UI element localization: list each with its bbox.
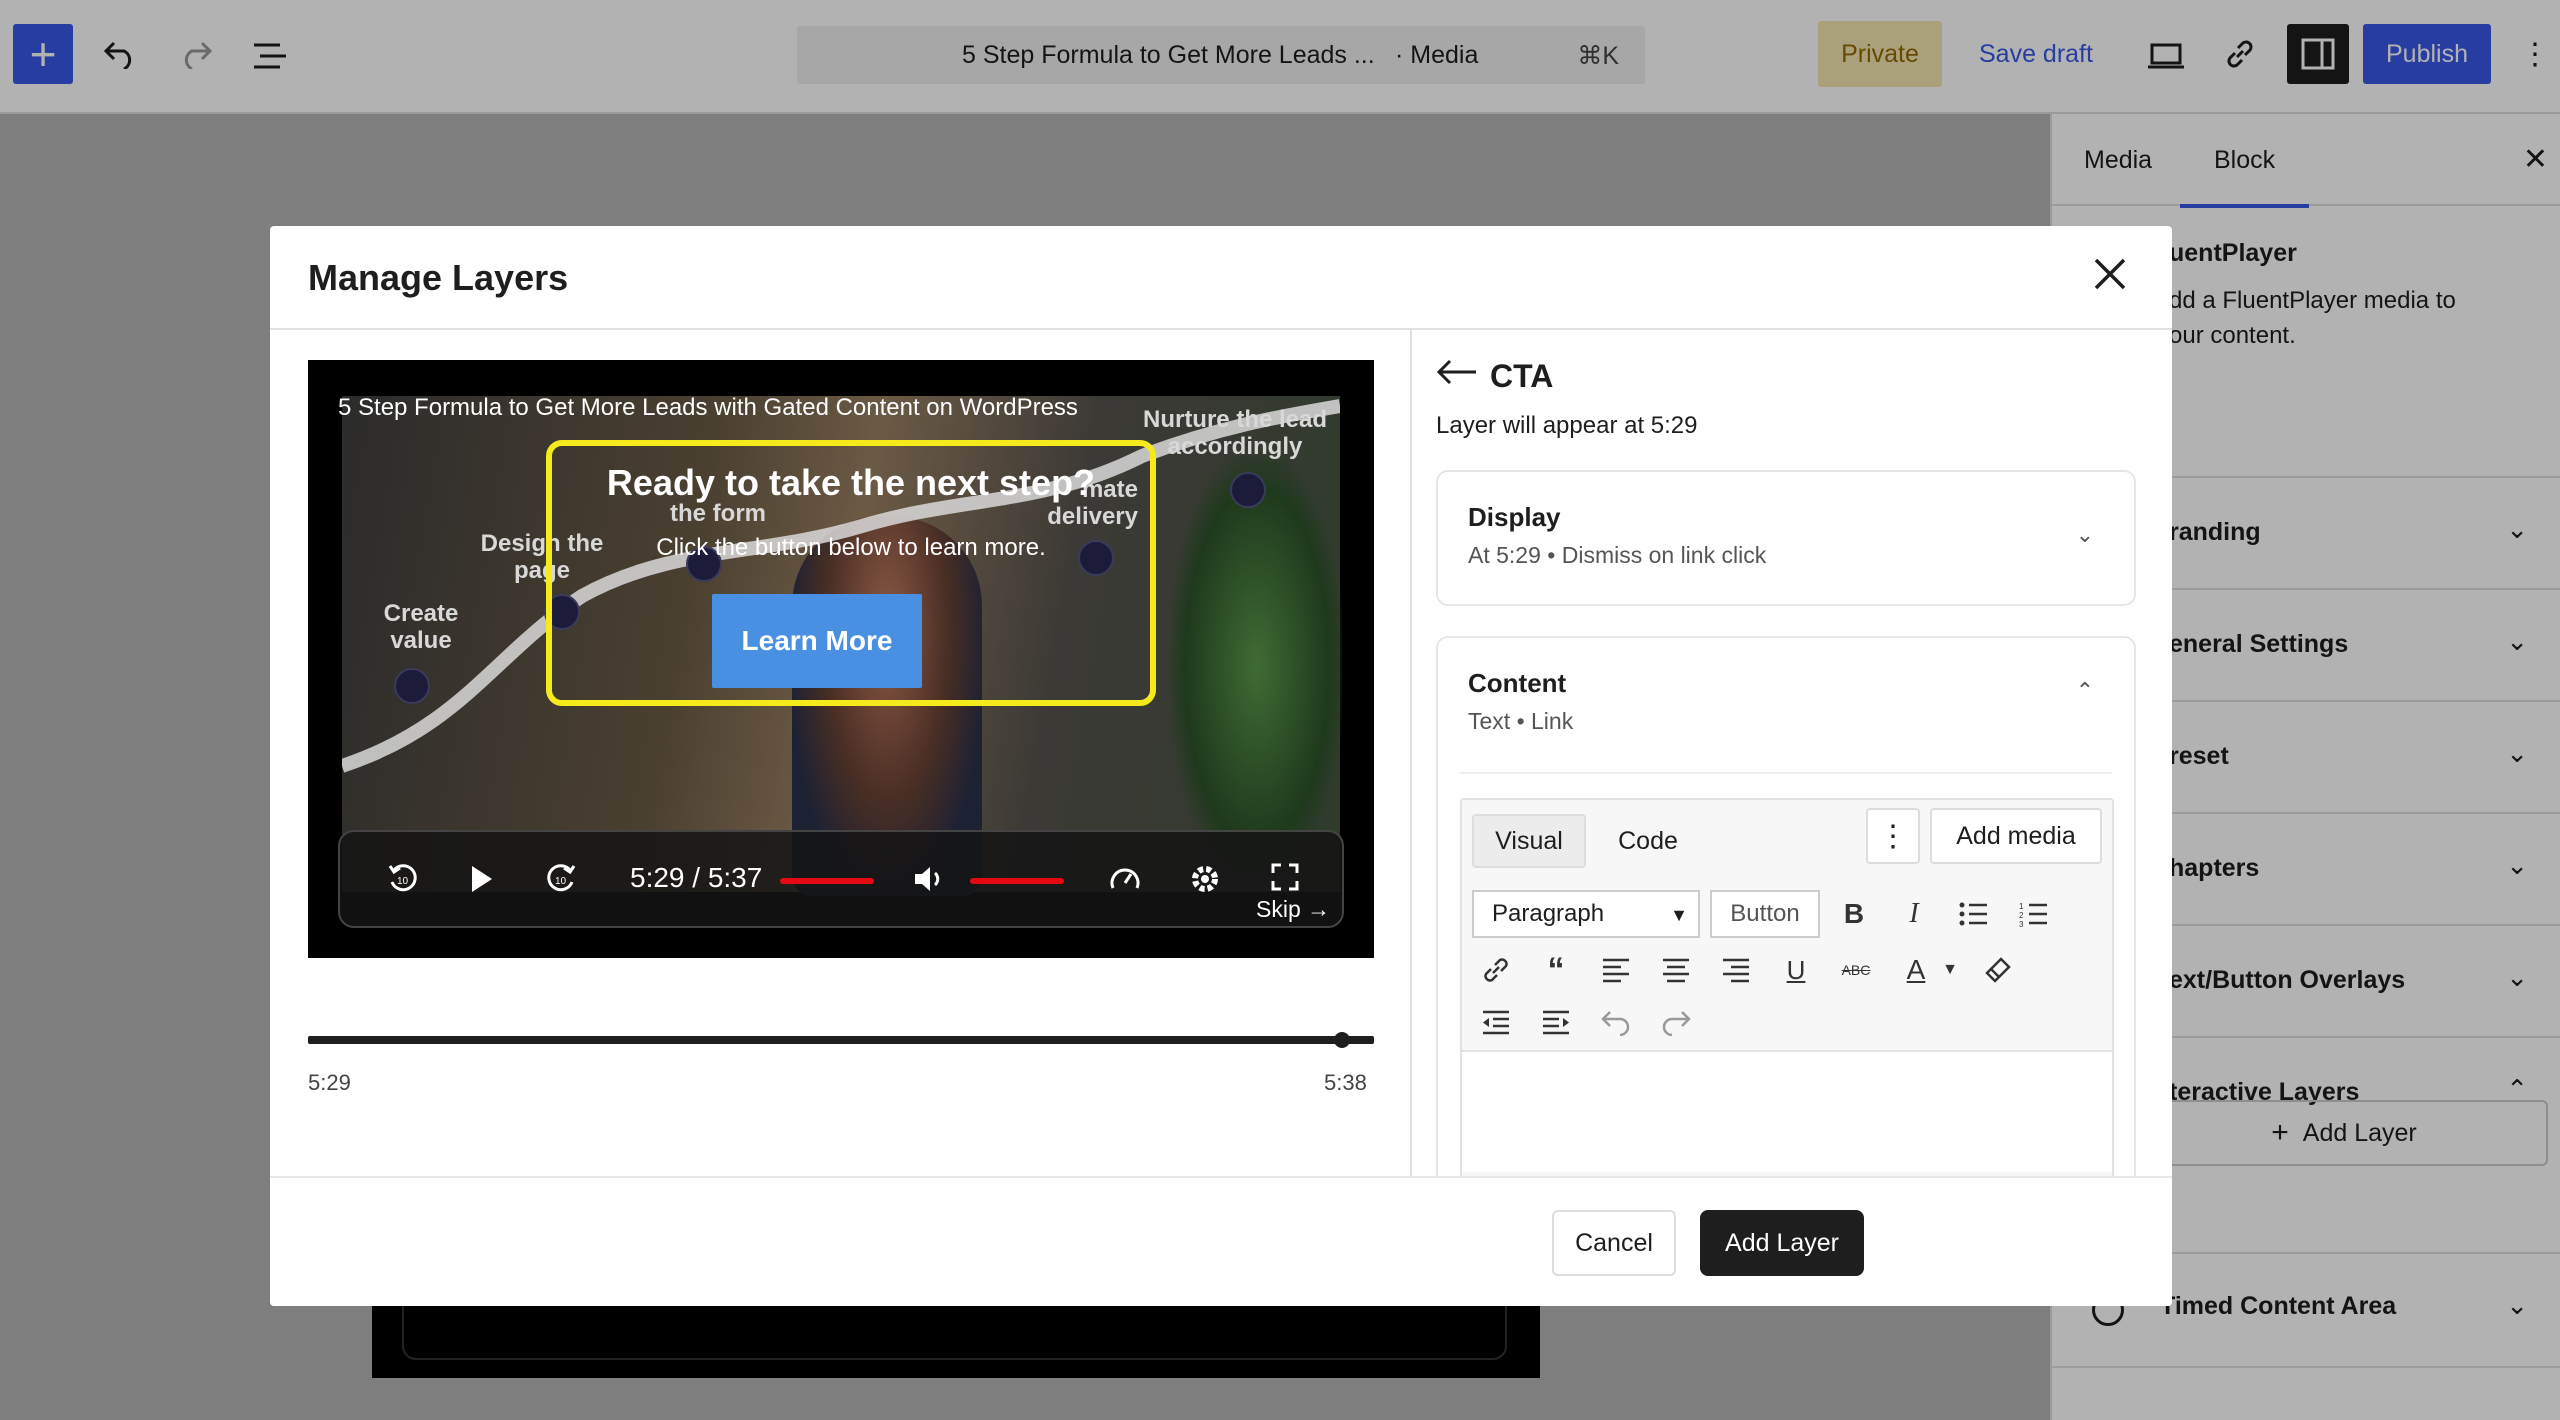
skip-button[interactable]: Skip → <box>1256 896 1330 923</box>
layer-timeline[interactable] <box>308 1032 1374 1048</box>
rewind-10-icon[interactable]: 10 <box>386 862 420 896</box>
progress-bar[interactable] <box>780 878 874 884</box>
player-controls: 10 10 5:29 / 5:37 <box>338 830 1344 928</box>
svg-text:1: 1 <box>2019 902 2024 911</box>
tab-visual[interactable]: Visual <box>1472 814 1586 868</box>
format-select[interactable]: Paragraph ▼ <box>1472 890 1700 938</box>
indent-icon[interactable] <box>1536 1002 1576 1042</box>
bold-icon[interactable]: B <box>1834 894 1874 934</box>
manage-layers-modal: Manage Layers 5 Step Formula to Get More… <box>270 226 2172 1306</box>
svg-text:10: 10 <box>397 876 409 887</box>
content-heading: Content <box>1468 668 1567 698</box>
modal-footer <box>270 1176 2172 1306</box>
speed-icon[interactable] <box>1108 862 1142 896</box>
text-color-dropdown-icon[interactable]: ▼ <box>1938 950 1962 990</box>
align-right-icon[interactable] <box>1716 950 1756 990</box>
timeline-handle[interactable] <box>1334 1032 1351 1048</box>
layer-title: CTA <box>1490 358 1554 394</box>
timeline-dot <box>394 668 430 704</box>
label-nurture: Nurture the lead accordingly <box>1142 406 1328 460</box>
video-player[interactable]: 5 Step Formula to Get More Leads with Ga… <box>308 360 1374 958</box>
cancel-button[interactable]: Cancel <box>1552 1210 1676 1276</box>
svg-text:3: 3 <box>2019 920 2024 927</box>
modal-body: 5 Step Formula to Get More Leads with Ga… <box>270 330 2172 1176</box>
blockquote-icon[interactable]: “ <box>1536 950 1576 990</box>
display-section[interactable]: Display At 5:29 • Dismiss on link click … <box>1436 470 2136 606</box>
video-title: 5 Step Formula to Get More Leads with Ga… <box>338 394 1078 421</box>
layer-appear-time: Layer will appear at 5:29 <box>1436 412 1698 439</box>
content-summary: Text • Link <box>1468 708 1574 734</box>
chevron-up-icon[interactable]: ⌃ <box>2076 678 2094 704</box>
arrow-left-icon <box>1436 359 1476 385</box>
editor-tabs: Visual Code ⋮ Add media <box>1462 800 2112 872</box>
cta-heading: Ready to take the next step? <box>606 462 1096 503</box>
modal-title: Manage Layers <box>308 257 569 298</box>
editor-content-area[interactable] <box>1462 1052 2112 1172</box>
align-left-icon[interactable] <box>1596 950 1636 990</box>
settings-icon[interactable] <box>1188 862 1222 896</box>
modal-header: Manage Layers <box>270 226 2172 330</box>
close-modal-button[interactable] <box>2092 256 2132 296</box>
rich-text-editor: Visual Code ⋮ Add media Paragraph ▼ Butt… <box>1460 798 2114 1176</box>
close-icon <box>2094 258 2126 290</box>
learn-more-button[interactable]: Learn More <box>712 594 922 688</box>
text-color-icon[interactable]: A <box>1896 950 1936 990</box>
back-button[interactable] <box>1436 358 1480 390</box>
layer-settings-pane: CTA Layer will appear at 5:29 Display At… <box>1412 330 2172 1176</box>
preview-pane: 5 Step Formula to Get More Leads with Ga… <box>270 330 1412 1176</box>
volume-icon[interactable] <box>912 862 946 896</box>
add-media-button[interactable]: Add media <box>1930 808 2102 864</box>
undo-icon[interactable] <box>1596 1002 1636 1042</box>
fullscreen-icon[interactable] <box>1270 862 1300 892</box>
formatting-toolbar: Paragraph ▼ Button B I 123 “ U ABC A ▼ <box>1462 880 2112 1052</box>
label-create: Create value <box>383 600 459 654</box>
clear-formatting-icon[interactable] <box>1978 950 2018 990</box>
play-icon[interactable] <box>466 862 496 896</box>
insert-link-icon[interactable] <box>1476 950 1516 990</box>
outdent-icon[interactable] <box>1476 1002 1516 1042</box>
display-summary: At 5:29 • Dismiss on link click <box>1468 542 1767 568</box>
redo-icon[interactable] <box>1656 1002 1696 1042</box>
underline-icon[interactable]: U <box>1776 950 1816 990</box>
italic-icon[interactable]: I <box>1894 894 1934 934</box>
bullet-list-icon[interactable] <box>1954 894 1994 934</box>
more-options-icon[interactable]: ⋮ <box>1866 808 1920 864</box>
svg-text:10: 10 <box>555 876 567 887</box>
svg-text:2: 2 <box>2019 911 2024 920</box>
forward-10-icon[interactable]: 10 <box>544 862 578 896</box>
timeline-dot <box>1230 472 1266 508</box>
timeline-end: 5:38 <box>1324 1070 1367 1095</box>
align-center-icon[interactable] <box>1656 950 1696 990</box>
chevron-down-icon: ⌄ <box>2075 522 2094 547</box>
numbered-list-icon[interactable]: 123 <box>2014 894 2054 934</box>
add-layer-button[interactable]: Add Layer <box>1700 1210 1864 1276</box>
button-style-button[interactable]: Button <box>1710 890 1820 938</box>
tab-code[interactable]: Code <box>1598 814 1698 868</box>
timeline-start: 5:29 <box>308 1070 351 1095</box>
time-display: 5:29 / 5:37 <box>630 862 763 893</box>
display-heading: Display <box>1468 502 1561 532</box>
cta-overlay: Ready to take the next step? Click the b… <box>546 440 1156 706</box>
cta-subtext: Click the button below to learn more. <box>656 534 1046 561</box>
strikethrough-icon[interactable]: ABC <box>1836 950 1876 990</box>
dropdown-arrow-icon: ▼ <box>1670 905 1688 925</box>
volume-slider[interactable] <box>970 878 1064 884</box>
